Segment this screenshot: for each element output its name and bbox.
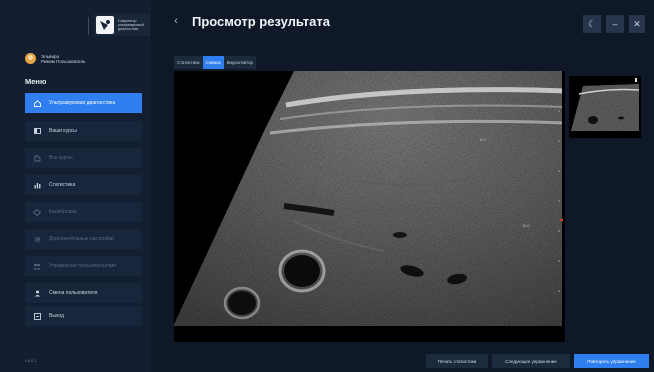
app-logo: Симулятор ультразвуковой диагностики — [94, 14, 150, 36]
avatar — [25, 53, 36, 64]
logo-line-3: диагностики — [118, 27, 139, 32]
sidebar-item-extra-settings[interactable]: Дополнительные настройки — [25, 229, 142, 249]
chart-icon — [33, 181, 41, 189]
sidebar-item-label: Ваши курсы — [49, 128, 77, 134]
sidebar-item-label: Дополнительные настройки — [49, 236, 114, 242]
depth-marker-10: 10.0 — [522, 223, 530, 228]
gear-icon — [33, 235, 41, 243]
sidebar-item-label: Калибровка — [49, 209, 77, 215]
back-button[interactable]: ‹ — [170, 15, 182, 27]
users-icon — [33, 262, 41, 270]
close-button[interactable]: ✕ — [629, 15, 645, 33]
next-exercise-button[interactable]: Следующее упражнение — [492, 354, 570, 368]
logo-separator — [88, 17, 89, 35]
snapshot-thumbnail[interactable] — [569, 76, 641, 138]
repeat-exercise-button[interactable]: Повторить упражнение — [574, 354, 649, 368]
sidebar-item-all-courses[interactable]: Все курсы — [25, 148, 142, 168]
book-icon — [33, 127, 41, 135]
logo-text: Симулятор ультразвуковой диагностики — [118, 19, 144, 32]
result-tabs: Статистика Снимок Видеоповтор — [174, 56, 256, 69]
ultrasound-scan — [174, 71, 565, 342]
theme-toggle-button[interactable]: ☾ — [583, 15, 601, 33]
sidebar-item-label: Выход — [49, 313, 64, 319]
sidebar-item-user-management[interactable]: Управление пользователями — [25, 256, 142, 276]
calibration-icon — [33, 208, 41, 216]
sidebar-item-label: Ультразвуковая диагностика — [49, 100, 116, 106]
tab-video-replay[interactable]: Видеоповтор — [224, 56, 256, 69]
user-icon — [33, 289, 41, 297]
sidebar-item-exit[interactable]: Выход — [25, 306, 142, 326]
ultrasound-image: 5.0 10.0 — [174, 71, 565, 342]
sidebar-item-your-courses[interactable]: Ваши курсы — [25, 121, 142, 141]
courses-icon — [33, 154, 41, 162]
user-info: Эльвира Режим Пользователь — [25, 53, 85, 64]
sidebar-item-label: Статистика — [49, 182, 76, 188]
tab-statistics[interactable]: Статистика — [174, 56, 203, 69]
minimize-button[interactable]: – — [606, 15, 624, 33]
home-icon — [33, 99, 41, 107]
close-icon: ✕ — [633, 18, 641, 29]
menu-title: Меню — [25, 77, 47, 86]
print-statistics-button[interactable]: Печать статистики — [426, 354, 488, 368]
tab-snapshot[interactable]: Снимок — [202, 56, 224, 69]
page-title: Просмотр результата — [192, 14, 330, 29]
sidebar-item-ultrasound[interactable]: Ультразвуковая диагностика — [25, 93, 142, 113]
thumbnail-scan — [569, 76, 641, 138]
moon-icon: ☾ — [587, 18, 597, 29]
sidebar: Симулятор ультразвуковой диагностики Эль… — [0, 0, 151, 372]
user-mode: Режим Пользователь — [41, 58, 86, 64]
sidebar-item-label: Управление пользователями — [49, 263, 117, 269]
exit-icon — [33, 312, 41, 320]
sidebar-item-statistics[interactable]: Статистика — [25, 175, 142, 195]
minimize-icon: – — [612, 19, 618, 29]
chevron-left-icon: ‹ — [174, 15, 178, 27]
app-version: v.0.0.1 — [25, 358, 37, 363]
sidebar-item-label: Все курсы — [49, 155, 73, 161]
sidebar-item-switch-user[interactable]: Смена пользователя — [25, 283, 142, 303]
sidebar-item-calibration[interactable]: Калибровка — [25, 202, 142, 222]
depth-marker-5: 5.0 — [480, 137, 486, 142]
sidebar-item-label: Смена пользователя — [49, 290, 98, 296]
logo-icon — [96, 16, 114, 34]
